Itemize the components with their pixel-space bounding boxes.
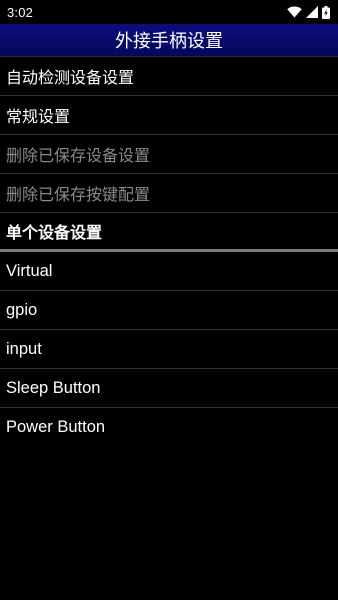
page-title: 外接手柄设置 [115,31,223,52]
settings-list: 自动检测设备设置 常规设置 删除已保存设备设置 删除已保存按键配置 单个设备设置… [0,57,338,446]
list-item-auto-detect-device-settings[interactable]: 自动检测设备设置 [0,57,338,96]
list-item-device-sleep-button[interactable]: Sleep Button [0,369,338,408]
list-item-device-gpio[interactable]: gpio [0,291,338,330]
list-item-delete-saved-key-config: 删除已保存按键配置 [0,174,338,213]
status-time: 3:02 [7,4,34,20]
list-item-delete-saved-device-settings: 删除已保存设备设置 [0,135,338,174]
title-bar: 外接手柄设置 [0,24,338,57]
status-icons [287,5,330,19]
list-item-device-virtual[interactable]: Virtual [0,252,338,291]
list-item-general-settings[interactable]: 常规设置 [0,96,338,135]
wifi-icon [287,6,302,18]
status-bar: 3:02 [0,0,338,24]
list-item-device-power-button[interactable]: Power Button [0,408,338,446]
signal-icon [306,6,318,18]
list-item-device-input[interactable]: input [0,330,338,369]
section-header-single-device-settings: 单个设备设置 [0,213,338,252]
battery-icon [322,5,330,19]
